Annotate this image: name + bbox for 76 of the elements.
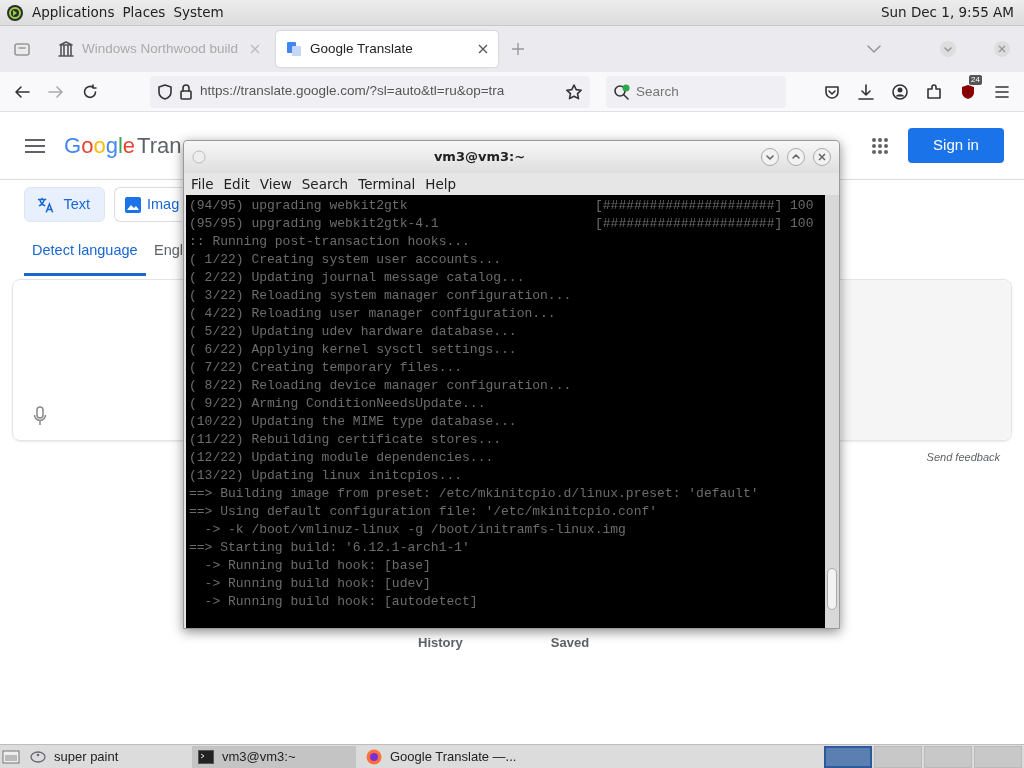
menu-item[interactable]: File: [186, 173, 219, 195]
distro-logo-icon[interactable]: [6, 3, 24, 22]
clock: Sun Dec 1, 9:55 AM: [880, 3, 1014, 23]
menu-item[interactable]: Help: [420, 173, 462, 195]
panel-menu[interactable]: Applications: [32, 2, 115, 23]
taskbar-item[interactable]: vm3@vm3:~: [192, 745, 356, 768]
extension-button[interactable]: 24: [954, 77, 982, 106]
menu-item[interactable]: Edit: [218, 173, 255, 195]
terminal-line: ==> Starting build: '6.12.1-arch1-1': [189, 539, 470, 557]
terminal-line: ==> Building image from preset: /etc/mkinitcpio.d/linux.preset: 'default': [189, 485, 759, 503]
terminal-line: ( 1/22) Creating system user accounts...: [189, 251, 502, 269]
address-bar[interactable]: https://translate.google.com/?sl=auto&tl=ru&op=tra: [150, 75, 590, 108]
puzzle-icon: [926, 83, 942, 100]
star-icon[interactable]: [566, 83, 582, 100]
close-icon: [993, 40, 1011, 58]
sign-in-button[interactable]: Sign in: [908, 128, 1004, 163]
shield-icon: [960, 83, 976, 100]
panel-menu[interactable]: System: [173, 2, 224, 23]
lock-icon: [180, 83, 192, 100]
workspace-button[interactable]: [824, 745, 872, 768]
account-icon: [892, 83, 908, 100]
building-icon: [58, 41, 74, 57]
panel-menu[interactable]: Places: [122, 2, 166, 23]
back-arrow-icon: [14, 84, 30, 99]
translate-icon: [286, 41, 302, 57]
terminal-line: (94/95) upgrading webkit2gtk: [189, 197, 409, 215]
browser-tab[interactable]: Google Translate: [276, 31, 498, 67]
progress-bar-text: [######################] 100: [595, 215, 814, 233]
browser-icon: [366, 748, 382, 765]
progress-bar-text: [######################] 100: [595, 197, 814, 215]
scrollbar-thumb[interactable]: [827, 568, 837, 610]
terminal-line: (95/95) upgrading webkit2gtk-4.1: [189, 215, 440, 233]
logo[interactable]: Google: [64, 129, 135, 162]
saved-link[interactable]: Saved: [550, 633, 590, 653]
history-link[interactable]: History: [418, 633, 463, 653]
maximize-button[interactable]: [787, 148, 805, 166]
send-feedback-link[interactable]: Send feedback: [926, 449, 1000, 466]
extension-badge: 24: [969, 74, 982, 85]
image-icon: [125, 196, 141, 213]
terminal-line: -> -k /boot/vmlinuz-linux -g /boot/initramfs-linux.img: [203, 521, 626, 539]
window-title: vm3@vm3:~: [432, 148, 527, 167]
language-tab[interactable]: Detect language: [24, 232, 146, 276]
mode-button[interactable]: Text: [24, 187, 105, 222]
minimize-button[interactable]: [761, 148, 779, 166]
chevron-down-icon: [867, 44, 881, 54]
product-name: Tran: [137, 132, 182, 160]
show-desktop-icon[interactable]: [2, 748, 20, 765]
terminal-line: -> Running build hook: [base]: [203, 557, 431, 575]
pocket-icon: [824, 83, 840, 100]
terminal-line: -> Running build hook: [udev]: [203, 575, 431, 593]
menu-icon[interactable]: [24, 137, 46, 154]
terminal-line: (12/22) Updating module dependencies...: [189, 449, 494, 467]
reload-icon: [82, 83, 98, 100]
menu-item[interactable]: Terminal: [353, 173, 421, 195]
taskbar-item[interactable]: Google Translate —...: [360, 745, 560, 768]
search-field[interactable]: Search: [606, 75, 786, 108]
close-button[interactable]: [813, 148, 831, 166]
shield-icon: [158, 83, 172, 100]
apps-grid-icon: [871, 136, 889, 155]
download-icon: [858, 83, 874, 100]
menu-icon: [994, 84, 1010, 99]
chevron-down-icon: [939, 40, 957, 58]
translate-icon: [37, 195, 56, 214]
mode-button[interactable]: Imag: [114, 187, 182, 222]
taskbar-item[interactable]: super paint: [24, 745, 188, 768]
terminal-line: :: Running post-transaction hooks...: [189, 233, 470, 251]
tab-list-icon: [14, 42, 30, 56]
terminal-line: -> Running build hook: [autodetect]: [203, 593, 478, 611]
terminal-line: ==> Using default configuration file: '/etc/mkinitcpio.conf': [189, 503, 658, 521]
menu-item[interactable]: View: [254, 173, 297, 195]
forward-arrow-icon: [48, 84, 64, 99]
menu-item[interactable]: Search: [296, 173, 354, 195]
terminal-icon: [198, 749, 214, 764]
close-icon[interactable]: [478, 44, 488, 54]
terminal-line: (13/22) Updating linux initcpios...: [189, 467, 463, 485]
plus-icon: [511, 42, 525, 56]
